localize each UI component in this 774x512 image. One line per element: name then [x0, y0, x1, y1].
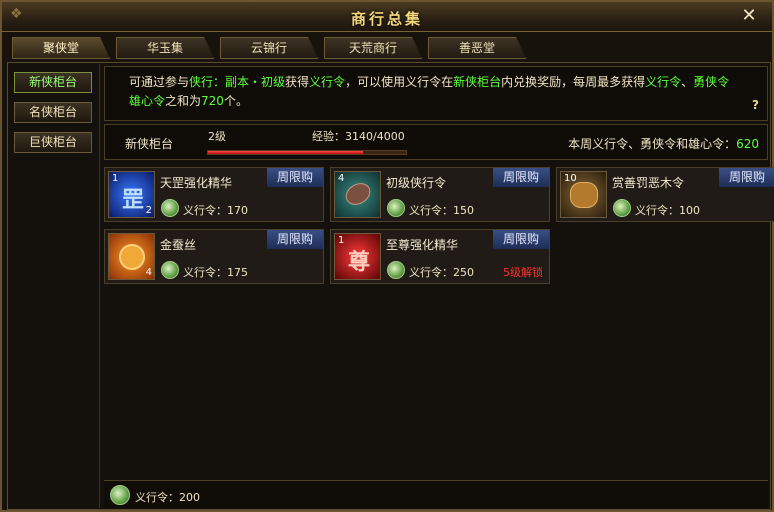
weekly-total: 本周义行令、勇侠令和雄心令：620 — [568, 135, 759, 152]
info-token-yongxia: 勇侠令 — [693, 75, 730, 89]
yixing-token-icon — [110, 485, 130, 505]
shop-window: ❖ 商行总集 ✕ 聚侠堂 华玉集 云锦行 天荒商行 善恶堂 新侠柜台 名侠柜台 … — [0, 0, 774, 512]
top-tabs: 聚侠堂 华玉集 云锦行 天荒商行 善恶堂 — [12, 37, 526, 59]
item-card[interactable]: 尊 1 至尊强化精华 周限购 义行令：250 5级解锁 — [330, 229, 550, 284]
info-token-yixing: 义行令 — [309, 75, 346, 89]
help-icon[interactable]: ? — [752, 96, 759, 115]
item-card[interactable]: 10 赏善罚恶木令 周限购 义行令：100 — [556, 167, 774, 222]
info-text: 获得 — [285, 75, 310, 89]
sidebar-item-xinxia[interactable]: 新侠柜台 — [14, 72, 92, 93]
tab-huayuji[interactable]: 华玉集 — [116, 37, 214, 59]
stone-token-icon: 4 — [334, 171, 381, 218]
blue-rune-icon: 罡 1 2 — [108, 171, 155, 218]
info-sep: 、 — [681, 75, 694, 89]
item-name: 初级侠行令 — [386, 176, 447, 190]
item-price: 义行令：250 — [409, 266, 474, 279]
tab-juxiatang[interactable]: 聚侠堂 — [12, 37, 110, 59]
stack-count: 10 — [564, 173, 577, 184]
sidebar-divider — [99, 64, 100, 508]
weekly-label: 本周义行令、勇侠令和雄心令： — [568, 137, 737, 151]
level-bar: 新侠柜台 2级 经验：3140/4000 本周义行令、勇侠令和雄心令：620 — [104, 124, 768, 160]
close-icon[interactable]: ✕ — [740, 7, 758, 25]
weekly-limit-badge: 周限购 — [493, 168, 549, 187]
stack-count: 1 — [338, 235, 345, 246]
item-price: 义行令：175 — [183, 266, 248, 279]
item-card[interactable]: 4 金蚕丝 周限购 义行令：175 — [104, 229, 324, 284]
silk-spool-icon: 4 — [108, 233, 155, 280]
title-bar[interactable]: ❖ 商行总集 ✕ — [2, 2, 772, 32]
weekly-limit-badge: 周限购 — [267, 230, 323, 249]
info-panel: 可通过参与侠行：副本・初级获得义行令，可以使用义行令在新侠柜台内兑换奖励，每周最… — [104, 66, 768, 121]
weekly-limit-badge: 周限购 — [267, 168, 323, 187]
exp-label: 经验：3140/4000 — [312, 130, 405, 143]
wood-token-icon: 10 — [560, 171, 607, 218]
info-text: 可通过参与 — [129, 75, 190, 89]
level-label: 2级 — [208, 130, 226, 143]
sidebar: 新侠柜台 名侠柜台 巨侠柜台 — [14, 72, 92, 162]
stack-count: 4 — [338, 173, 345, 184]
yixing-token-icon — [387, 199, 405, 217]
yixing-token-icon — [161, 199, 179, 217]
exp-progress-fill — [208, 151, 364, 154]
red-rune-icon: 尊 1 — [334, 233, 381, 280]
stack-count: 1 — [112, 173, 119, 184]
tab-shanetang[interactable]: 善恶堂 — [428, 37, 526, 59]
unlock-requirement: 5级解锁 — [503, 266, 543, 279]
item-name: 金蚕丝 — [160, 238, 197, 252]
yixing-token-icon — [161, 261, 179, 279]
sidebar-item-juxia[interactable]: 巨侠柜台 — [14, 132, 92, 153]
yixing-token-icon — [387, 261, 405, 279]
balance-bar: 义行令：200 — [104, 480, 768, 508]
item-price: 义行令：170 — [183, 204, 248, 217]
tab-tianhuang[interactable]: 天荒商行 — [324, 37, 422, 59]
item-name: 至尊强化精华 — [386, 238, 459, 252]
info-counter: 新侠柜台 — [453, 75, 502, 89]
tab-yunjinhang[interactable]: 云锦行 — [220, 37, 318, 59]
info-text: 个。 — [223, 94, 248, 108]
info-text: 内兑换奖励，每周最多获得 — [501, 75, 646, 89]
window-title: 商行总集 — [350, 10, 423, 28]
token-balance: 义行令：200 — [135, 491, 200, 504]
item-name: 赏善罚恶木令 — [612, 176, 685, 190]
yixing-token-icon — [613, 199, 631, 217]
stack-count: 2 — [145, 205, 152, 216]
stack-count: 4 — [145, 267, 152, 278]
item-price: 义行令：150 — [409, 204, 474, 217]
exp-progress-bar — [207, 150, 407, 155]
info-text: 之和为 — [165, 94, 202, 108]
item-name: 天罡强化精华 — [160, 176, 233, 190]
item-price: 义行令：100 — [635, 204, 700, 217]
sidebar-item-mingxia[interactable]: 名侠柜台 — [14, 102, 92, 123]
item-card[interactable]: 罡 1 2 天罡强化精华 周限购 义行令：170 — [104, 167, 324, 222]
weekly-limit-badge: 周限购 — [493, 230, 549, 249]
info-token-xiongxin: 雄心令 — [129, 94, 166, 108]
info-limit: 720 — [201, 94, 224, 108]
weekly-value: 620 — [736, 137, 759, 151]
info-link-dungeon: 侠行：副本・初级 — [189, 75, 286, 89]
weekly-limit-badge: 周限购 — [719, 168, 774, 187]
info-token-yixing: 义行令 — [645, 75, 682, 89]
item-card[interactable]: 4 初级侠行令 周限购 义行令：150 — [330, 167, 550, 222]
info-text: ，可以使用义行令在 — [345, 75, 454, 89]
counter-name: 新侠柜台 — [125, 137, 174, 151]
